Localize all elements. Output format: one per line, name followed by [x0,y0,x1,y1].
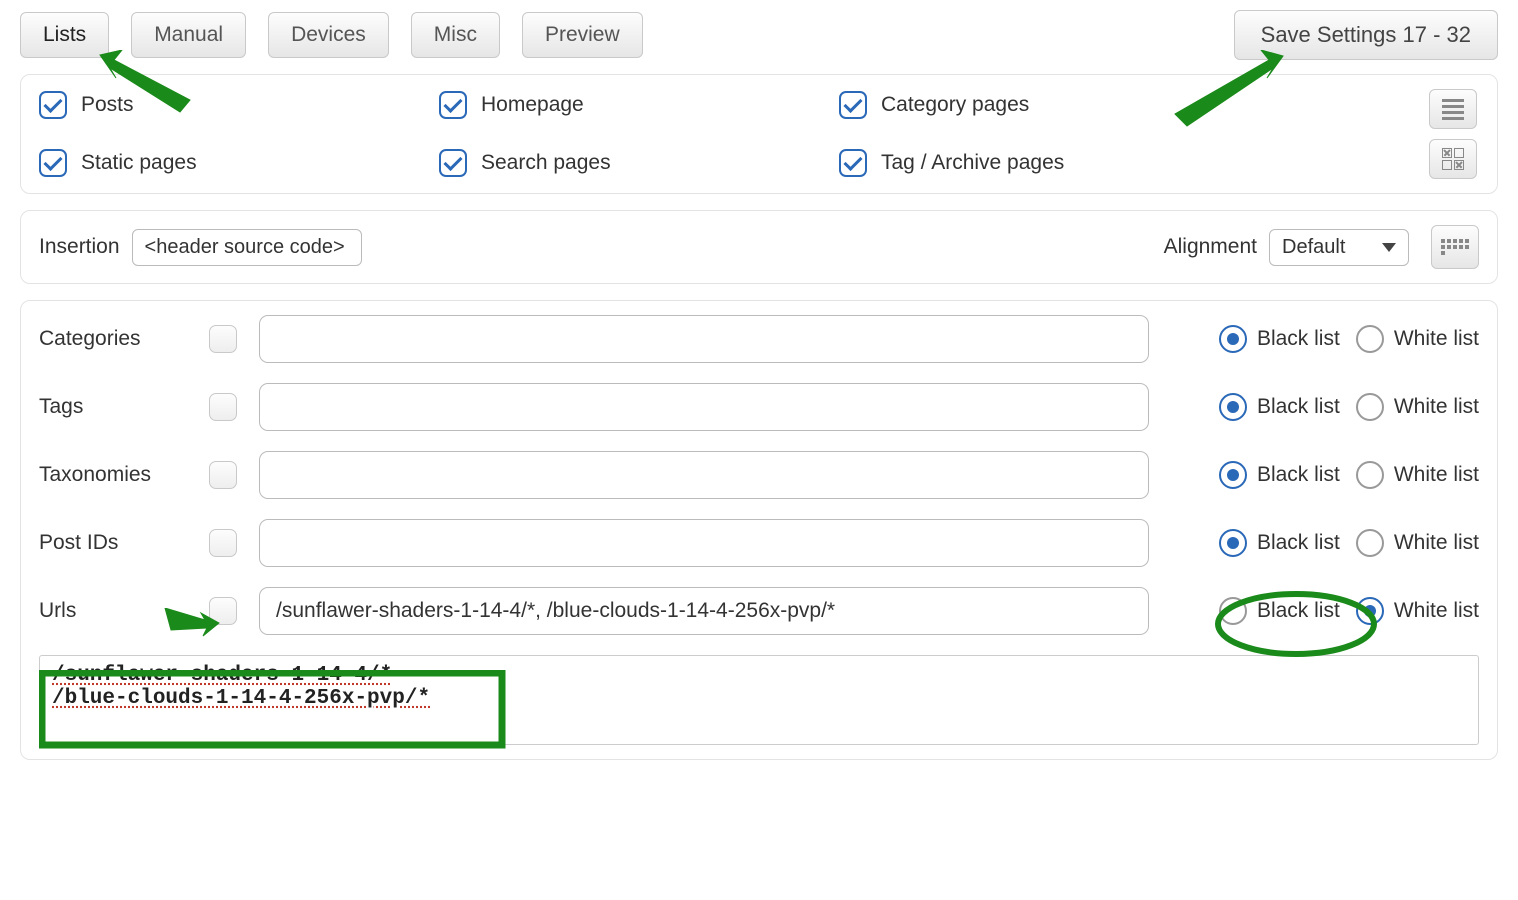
grid-view-icon[interactable] [1429,139,1477,179]
radio-white[interactable] [1356,393,1384,421]
categories-input[interactable] [259,315,1149,363]
checkbox-static[interactable] [39,149,67,177]
tab-lists[interactable]: Lists [20,12,109,58]
row-urls: Urls Black list White list [39,587,1479,635]
radio-black[interactable] [1219,597,1247,625]
checkbox-label: Category pages [881,93,1029,117]
lists-panel: Categories Black list White list Tags Bl… [20,300,1498,760]
checkbox-label: Posts [81,93,134,117]
checkbox-label: Homepage [481,93,584,117]
insertion-label: Insertion [39,235,120,259]
checkbox-posts[interactable] [39,91,67,119]
list-view-icon[interactable] [1429,89,1477,129]
tab-devices[interactable]: Devices [268,12,389,58]
row-categories: Categories Black list White list [39,315,1479,363]
postids-input[interactable] [259,519,1149,567]
row-tags: Tags Black list White list [39,383,1479,431]
radio-white[interactable] [1356,597,1384,625]
row-postids: Post IDs Black list White list [39,519,1479,567]
checkbox-category[interactable] [839,91,867,119]
tab-misc[interactable]: Misc [411,12,500,58]
expand-toggle[interactable] [209,597,237,625]
chevron-down-icon [1382,243,1396,252]
urls-input[interactable] [259,587,1149,635]
radio-white[interactable] [1356,325,1384,353]
checkbox-homepage[interactable] [439,91,467,119]
urls-expanded-textarea[interactable]: /sunflawer-shaders-1-14-4/* /blue-clouds… [39,655,1479,745]
checkbox-search[interactable] [439,149,467,177]
checkbox-tag[interactable] [839,149,867,177]
radio-black[interactable] [1219,393,1247,421]
page-types-panel: Posts Homepage Category pages Static pag… [20,74,1498,194]
radio-white[interactable] [1356,461,1384,489]
insertion-panel: Insertion <header source code> Alignment… [20,210,1498,284]
checkbox-label: Tag / Archive pages [881,151,1064,175]
alignment-label: Alignment [1164,235,1257,259]
expand-toggle[interactable] [209,393,237,421]
tab-manual[interactable]: Manual [131,12,246,58]
checkbox-label: Static pages [81,151,197,175]
expand-toggle[interactable] [209,461,237,489]
tags-input[interactable] [259,383,1149,431]
keyboard-icon[interactable] [1431,225,1479,269]
radio-black[interactable] [1219,529,1247,557]
radio-black[interactable] [1219,325,1247,353]
radio-black[interactable] [1219,461,1247,489]
expand-toggle[interactable] [209,529,237,557]
tab-preview[interactable]: Preview [522,12,643,58]
insertion-select[interactable]: <header source code> [132,229,362,266]
expand-toggle[interactable] [209,325,237,353]
row-taxonomies: Taxonomies Black list White list [39,451,1479,499]
save-settings-button[interactable]: Save Settings 17 - 32 [1234,10,1498,60]
checkbox-label: Search pages [481,151,611,175]
alignment-select[interactable]: Default [1269,229,1409,266]
radio-white[interactable] [1356,529,1384,557]
taxonomies-input[interactable] [259,451,1149,499]
